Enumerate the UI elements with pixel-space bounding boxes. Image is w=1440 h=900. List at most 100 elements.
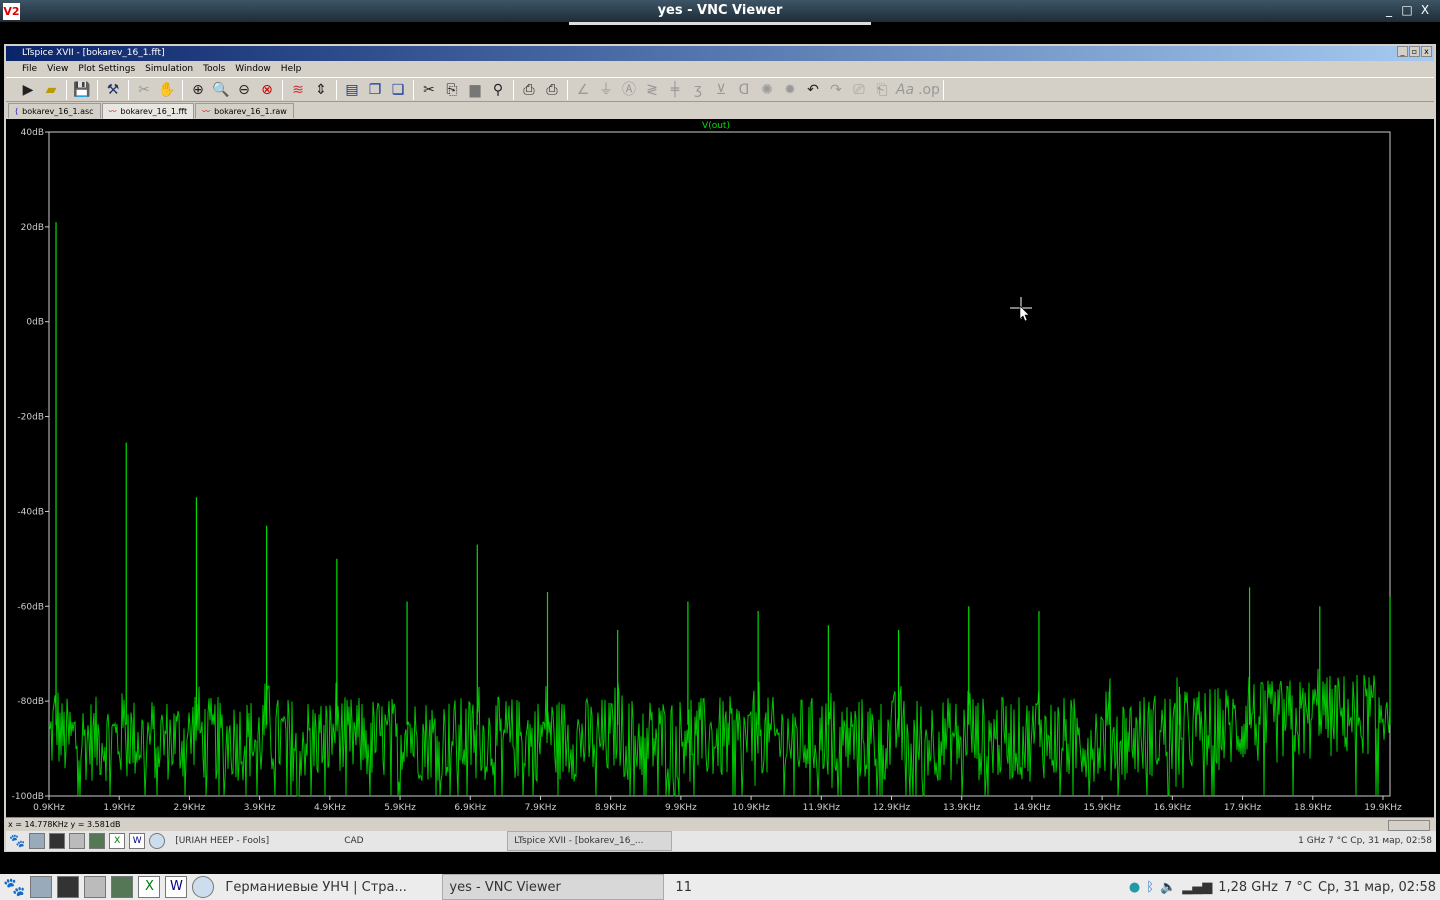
vnc-logo-icon: V2 — [3, 3, 20, 20]
menu-tools[interactable]: Tools — [203, 62, 225, 76]
file-manager-icon[interactable] — [30, 876, 53, 898]
redo-icon[interactable]: ↷ — [826, 80, 846, 100]
task-browser[interactable]: Германиевые УНЧ | Стра... — [219, 874, 437, 900]
cascade-icon[interactable]: ❐ — [365, 80, 385, 100]
hand-icon[interactable]: ✋ — [157, 80, 177, 100]
wire-icon[interactable]: ∠ — [573, 80, 593, 100]
rotate-icon[interactable]: ✺ — [757, 80, 777, 100]
task-cad[interactable]: CAD — [338, 831, 503, 851]
browser-icon[interactable] — [192, 876, 215, 898]
minimize-button[interactable]: _ — [1381, 3, 1397, 17]
task-vnc[interactable]: yes - VNC Viewer — [442, 874, 665, 900]
menu-window[interactable]: Window — [235, 62, 271, 76]
x-tick-label: 9.9KHz — [665, 803, 697, 813]
vnc-toolbar-handle[interactable] — [569, 22, 871, 25]
document-tabs: ⟨ bokarev_16_1.asc 〰 bokarev_16_1.fft 〰 bok… — [8, 103, 295, 119]
undo-icon[interactable]: ↶ — [803, 80, 823, 100]
resistor-icon[interactable]: ≷ — [642, 80, 662, 100]
word-icon[interactable]: W — [129, 833, 146, 849]
mirror-icon[interactable]: ✹ — [780, 80, 800, 100]
start-menu-icon[interactable]: 🐾 — [3, 877, 25, 898]
x-tick-label: 1.9KHz — [103, 803, 135, 813]
browser-icon[interactable] — [149, 833, 166, 849]
calculator-icon[interactable] — [89, 833, 106, 849]
archive-icon[interactable] — [84, 876, 107, 898]
maximize-button[interactable]: □ — [1399, 3, 1415, 17]
archive-icon[interactable] — [69, 833, 86, 849]
telegram-icon[interactable]: ● — [1129, 880, 1140, 895]
zoom-fit-icon[interactable]: 🔍 — [211, 80, 231, 100]
paste-icon[interactable]: ▆ — [465, 80, 485, 100]
volume-icon[interactable]: 🔈 — [1160, 880, 1176, 895]
schematic-icon: ⟨ — [15, 107, 19, 116]
mdi-restore-button[interactable]: ▫ — [1409, 46, 1420, 57]
run-icon[interactable]: ▶ — [18, 80, 38, 100]
control-panel-icon[interactable]: ⚒ — [103, 80, 123, 100]
manual-limits-icon[interactable]: ⇕ — [311, 80, 331, 100]
save-icon[interactable]: 💾 — [72, 80, 92, 100]
copy-icon[interactable]: ⎘ — [442, 80, 462, 100]
print-preview-icon[interactable]: ⎙ — [519, 80, 539, 100]
bluetooth-icon[interactable]: ᛒ — [1146, 880, 1154, 895]
capacitor-icon[interactable]: ╪ — [665, 80, 685, 100]
component-icon[interactable]: ᗡ — [734, 80, 754, 100]
task-ltspice[interactable]: LTspice XVII - [bokarev_16_... — [507, 831, 673, 851]
tile-icon[interactable]: ▤ — [342, 80, 362, 100]
excel-icon[interactable]: X — [109, 833, 126, 849]
menu-view[interactable]: View — [47, 62, 68, 76]
start-menu-icon[interactable]: 🐾 — [9, 834, 25, 849]
menu-plot-settings[interactable]: Plot Settings — [78, 62, 135, 76]
tab-raw[interactable]: 〰 bokarev_16_1.raw — [195, 103, 294, 118]
excel-icon[interactable]: X — [138, 876, 161, 898]
drag-icon[interactable]: ⎗ — [872, 80, 892, 100]
move-icon[interactable]: ⎚ — [849, 80, 869, 100]
print-icon[interactable]: ⎙ — [542, 80, 562, 100]
terminal-icon[interactable] — [49, 833, 66, 849]
autorange-icon[interactable]: ≋ — [288, 80, 308, 100]
text-icon[interactable]: Aa — [895, 80, 915, 100]
cut-icon[interactable]: ✂ — [419, 80, 439, 100]
cursor-readout: x = 14.778KHz y = 3.581dB — [8, 820, 121, 829]
terminal-icon[interactable] — [57, 876, 80, 898]
clock[interactable]: Ср, 31 мар, 02:58 — [1318, 880, 1436, 895]
ground-icon[interactable]: ⏚ — [596, 80, 616, 100]
x-tick-label: 14.9KHz — [1013, 803, 1051, 813]
find-icon[interactable]: ⚲ — [488, 80, 508, 100]
tab-fft[interactable]: 〰 bokarev_16_1.fft — [101, 103, 195, 119]
menu-simulation[interactable]: Simulation — [145, 62, 193, 76]
fft-chart[interactable]: 40dB 20dB 0dB -20dB -40dB -60dB -80dB -100dB0.9… — [6, 119, 1434, 817]
ltspice-window: LTspice XVII - [bokarev_16_1.fft] _ ▫ x … — [4, 44, 1436, 852]
menu-file[interactable]: File — [22, 62, 37, 76]
inductor-icon[interactable]: ʒ — [688, 80, 708, 100]
zoom-out-icon[interactable]: ⊖ — [234, 80, 254, 100]
halt-icon[interactable]: ✂ — [134, 80, 154, 100]
x-tick-label: 3.9KHz — [244, 803, 276, 813]
trace-label[interactable]: V(out) — [702, 121, 730, 131]
calculator-icon[interactable] — [111, 876, 134, 898]
waveform-icon: 〰 — [202, 107, 211, 116]
fft-plot[interactable]: 40dB 20dB 0dB -20dB -40dB -60dB -80dB -100dB 0.9… — [6, 119, 1434, 817]
remote-tray: 1 GHz 7 °C Ср, 31 мар, 02:58 — [1298, 836, 1436, 846]
local-taskbar: 🐾 X W Германиевые УНЧ | Стра... yes - VN… — [0, 874, 1440, 900]
zoom-cancel-icon[interactable]: ⊗ — [257, 80, 277, 100]
zoom-in-icon[interactable]: ⊕ — [188, 80, 208, 100]
waveform-icon: 〰 — [108, 107, 117, 116]
arrange-icon[interactable]: ❏ — [388, 80, 408, 100]
x-tick-label: 12.9KHz — [873, 803, 911, 813]
diode-icon[interactable]: ⊻ — [711, 80, 731, 100]
mdi-close-button[interactable]: x — [1421, 46, 1432, 57]
task-music[interactable]: [URIAH HEEP - Fools] — [169, 831, 334, 851]
mdi-minimize-button[interactable]: _ — [1397, 46, 1408, 57]
file-manager-icon[interactable] — [29, 833, 46, 849]
label-icon[interactable]: Ⓐ — [619, 80, 639, 100]
spice-directive-icon[interactable]: .op — [918, 80, 940, 100]
system-tray: ● ᛒ 🔈 ▂▄▆ 1,28 GHz 7 °C Ср, 31 мар, 02:5… — [1129, 880, 1440, 895]
word-icon[interactable]: W — [165, 876, 188, 898]
y-tick-label: 20dB — [21, 223, 44, 233]
task-folder[interactable]: 11 — [669, 874, 698, 900]
tab-schematic[interactable]: ⟨ bokarev_16_1.asc — [8, 103, 101, 118]
close-button[interactable]: X — [1417, 3, 1433, 17]
menu-help[interactable]: Help — [281, 62, 302, 76]
network-icon[interactable]: ▂▄▆ — [1182, 880, 1212, 895]
open-icon[interactable]: ▰ — [41, 80, 61, 100]
